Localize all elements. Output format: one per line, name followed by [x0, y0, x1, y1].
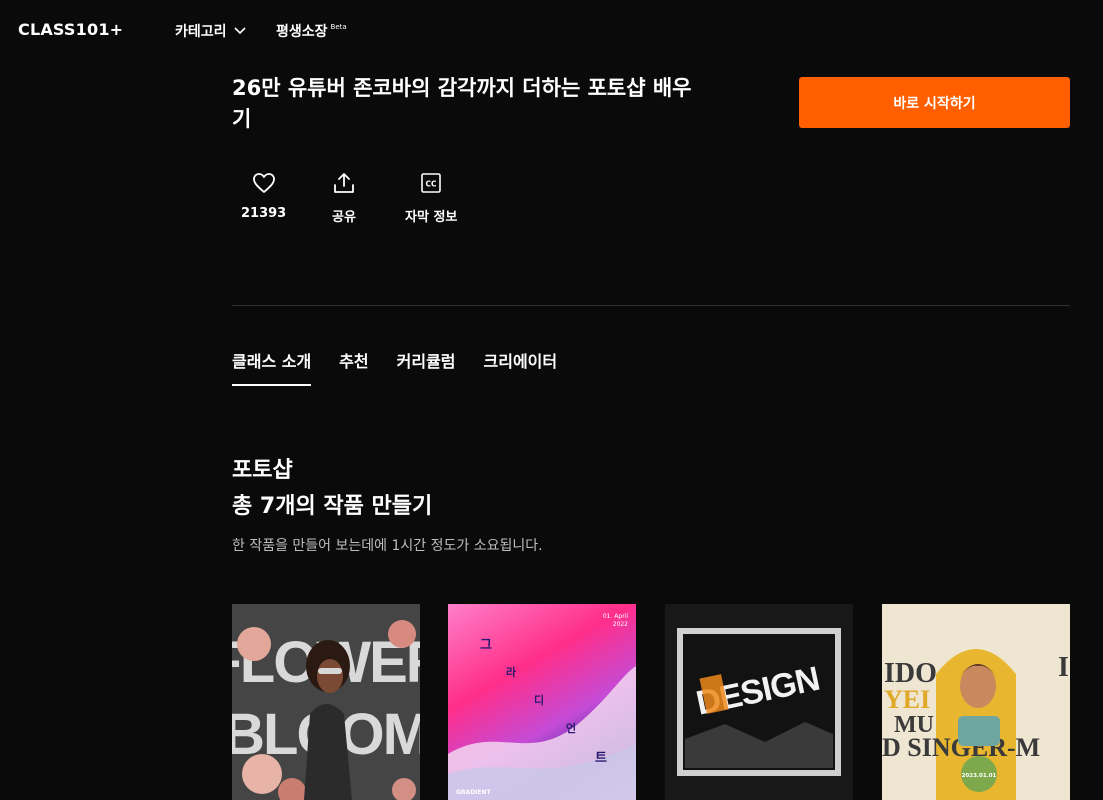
artwork-gradient-char-0: 그	[480, 638, 492, 653]
artwork-gradient-date: 01. April	[603, 613, 628, 620]
artwork-gradient-year: 2022	[613, 621, 628, 628]
artwork-singer-image: IDO YEI MU D SINGER-M I 2023.01.01	[882, 604, 1070, 800]
closed-caption-icon: CC	[418, 170, 444, 196]
tab-intro[interactable]: 클래스 소개	[232, 348, 312, 386]
tab-recommend[interactable]: 추천	[339, 348, 368, 386]
section-title: 포토샵 총 7개의 작품 만들기	[232, 453, 432, 525]
artwork-gradient-char-3: 언	[566, 722, 576, 735]
section-description: 한 작품을 만들어 보는데에 1시간 정도가 소요됩니다.	[232, 538, 543, 554]
artwork-gradient-image: 그 라 디 언 트 01. April 2022 GRADIENT	[448, 613, 636, 800]
artwork-gradient-char-2: 디	[534, 693, 544, 707]
artwork-card-flower[interactable]: FLOWER BLOOM	[232, 604, 420, 800]
start-button[interactable]: 바로 시작하기	[799, 77, 1070, 128]
artwork-flower-image: FLOWER BLOOM	[232, 604, 420, 800]
artwork-singer-line2: YEI	[884, 685, 930, 714]
artwork-singer-right: I	[1058, 652, 1069, 683]
tab-bar: 클래스 소개 추천 커리큘럼 크리에이터	[232, 348, 557, 388]
course-title: 26만 유튜버 존코바의 감각까지 더하는 포토샵 배우기	[232, 76, 692, 131]
svg-text:CC: CC	[426, 180, 438, 189]
artwork-design-image: DESIGN	[665, 604, 853, 800]
divider	[232, 305, 1070, 306]
tab-curriculum[interactable]: 커리큘럼	[397, 348, 456, 386]
nav-category[interactable]: 카테고리	[175, 21, 246, 41]
share-label: 공유	[332, 210, 356, 225]
section-title-line2: 총 7개의 작품 만들기	[232, 494, 433, 519]
tab-creator[interactable]: 크리에이터	[484, 348, 558, 386]
section-title-line1: 포토샵	[232, 458, 293, 483]
beta-badge: Beta	[330, 23, 347, 31]
artwork-card-gradient[interactable]: 그 라 디 언 트 01. April 2022 GRADIENT	[448, 604, 636, 800]
like-button[interactable]: 21393	[241, 170, 286, 221]
artwork-singer-badge: 2023.01.01	[962, 773, 997, 779]
artwork-gradient-char-1: 라	[506, 665, 517, 679]
artwork-gradient-char-4: 트	[595, 751, 607, 766]
nav-library[interactable]: 평생소장 Beta	[276, 21, 347, 41]
nav-library-label: 평생소장	[276, 24, 328, 40]
logo[interactable]: CLASS101+	[18, 20, 123, 39]
subtitle-info-label: 자막 정보	[405, 210, 458, 225]
share-button[interactable]: 공유	[331, 170, 357, 225]
artwork-card-singer[interactable]: IDO YEI MU D SINGER-M I 2023.01.01	[882, 604, 1070, 800]
top-navigation: CLASS101+ 카테고리 평생소장 Beta	[0, 0, 1103, 60]
like-count: 21393	[241, 206, 287, 221]
artwork-card-design[interactable]: DESIGN	[665, 604, 853, 800]
chevron-down-icon	[233, 27, 246, 35]
subtitle-info-button[interactable]: CC 자막 정보	[405, 170, 457, 225]
share-icon	[331, 170, 357, 196]
artwork-gradient-footer: GRADIENT	[456, 789, 492, 796]
nav-category-label: 카테고리	[175, 24, 227, 40]
heart-icon	[251, 170, 277, 196]
